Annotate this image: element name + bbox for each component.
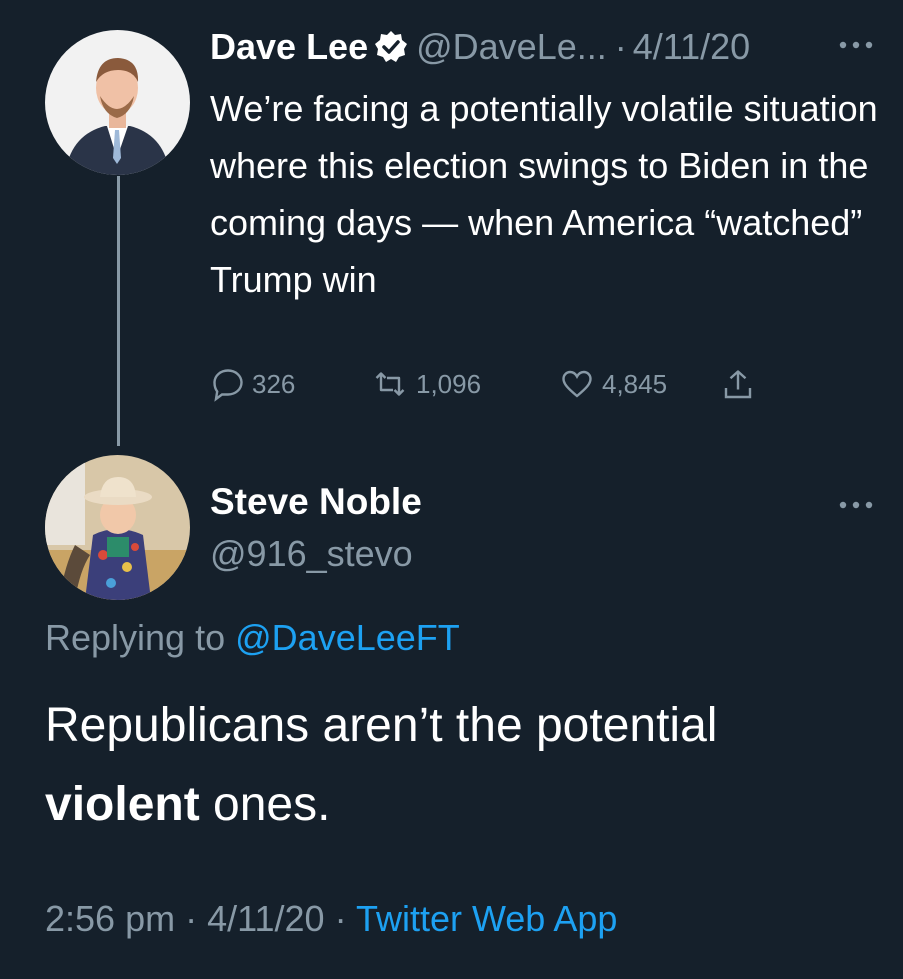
reply-text-part1: Republicans aren’t the potential bbox=[45, 699, 718, 752]
thread-connector-line bbox=[117, 176, 120, 446]
tweet-date[interactable]: 4/11/20 bbox=[207, 898, 324, 939]
replying-to-line: Replying to @DaveLeeFT bbox=[45, 617, 460, 659]
tweet-time[interactable]: 2:56 pm bbox=[45, 898, 175, 939]
separator-dot: · bbox=[185, 898, 198, 939]
heart-icon bbox=[562, 370, 592, 398]
reply-button[interactable]: 326 bbox=[210, 366, 295, 402]
like-button[interactable]: 4,845 bbox=[558, 366, 667, 402]
replying-to-label: Replying to bbox=[45, 617, 226, 658]
reply-icon bbox=[213, 369, 243, 402]
retweet-button[interactable]: 1,096 bbox=[370, 366, 481, 402]
separator-dot: · bbox=[614, 26, 627, 67]
like-count: 4,845 bbox=[602, 368, 668, 399]
reply-text-bold: violent bbox=[45, 778, 200, 831]
author-name[interactable]: Dave Lee bbox=[210, 26, 368, 68]
replying-to-mention[interactable]: @DaveLeeFT bbox=[235, 617, 460, 658]
tweet-header: Dave Lee @DaveLe... · 4/11/20 bbox=[210, 26, 750, 68]
avatar-photo bbox=[45, 455, 190, 600]
reply-author-handle[interactable]: @916_stevo bbox=[210, 533, 413, 575]
retweet-icon bbox=[375, 372, 405, 396]
source-app-link[interactable]: Twitter Web App bbox=[356, 898, 617, 939]
avatar-photo bbox=[45, 30, 190, 175]
reply-text-part2: ones. bbox=[199, 778, 331, 831]
reply-count: 326 bbox=[252, 368, 296, 399]
more-options-icon[interactable] bbox=[838, 484, 874, 518]
avatar[interactable] bbox=[45, 455, 190, 600]
verified-badge-icon bbox=[374, 30, 408, 64]
reply-text: Republicans aren’t the potential violent… bbox=[45, 686, 875, 844]
separator-dot: · bbox=[334, 898, 347, 939]
tweet-footer: 2:56 pm · 4/11/20 · Twitter Web App bbox=[45, 898, 617, 940]
avatar[interactable] bbox=[45, 30, 190, 175]
share-button[interactable] bbox=[720, 366, 762, 404]
retweet-count: 1,096 bbox=[416, 368, 482, 399]
more-options-icon[interactable] bbox=[838, 24, 874, 58]
tweet-date[interactable]: 4/11/20 bbox=[633, 26, 750, 68]
tweet-text: We’re facing a potentially volatile situ… bbox=[210, 88, 878, 300]
author-handle[interactable]: @DaveLe... bbox=[416, 26, 607, 68]
share-icon bbox=[724, 370, 752, 399]
reply-author-name[interactable]: Steve Noble bbox=[210, 481, 422, 523]
